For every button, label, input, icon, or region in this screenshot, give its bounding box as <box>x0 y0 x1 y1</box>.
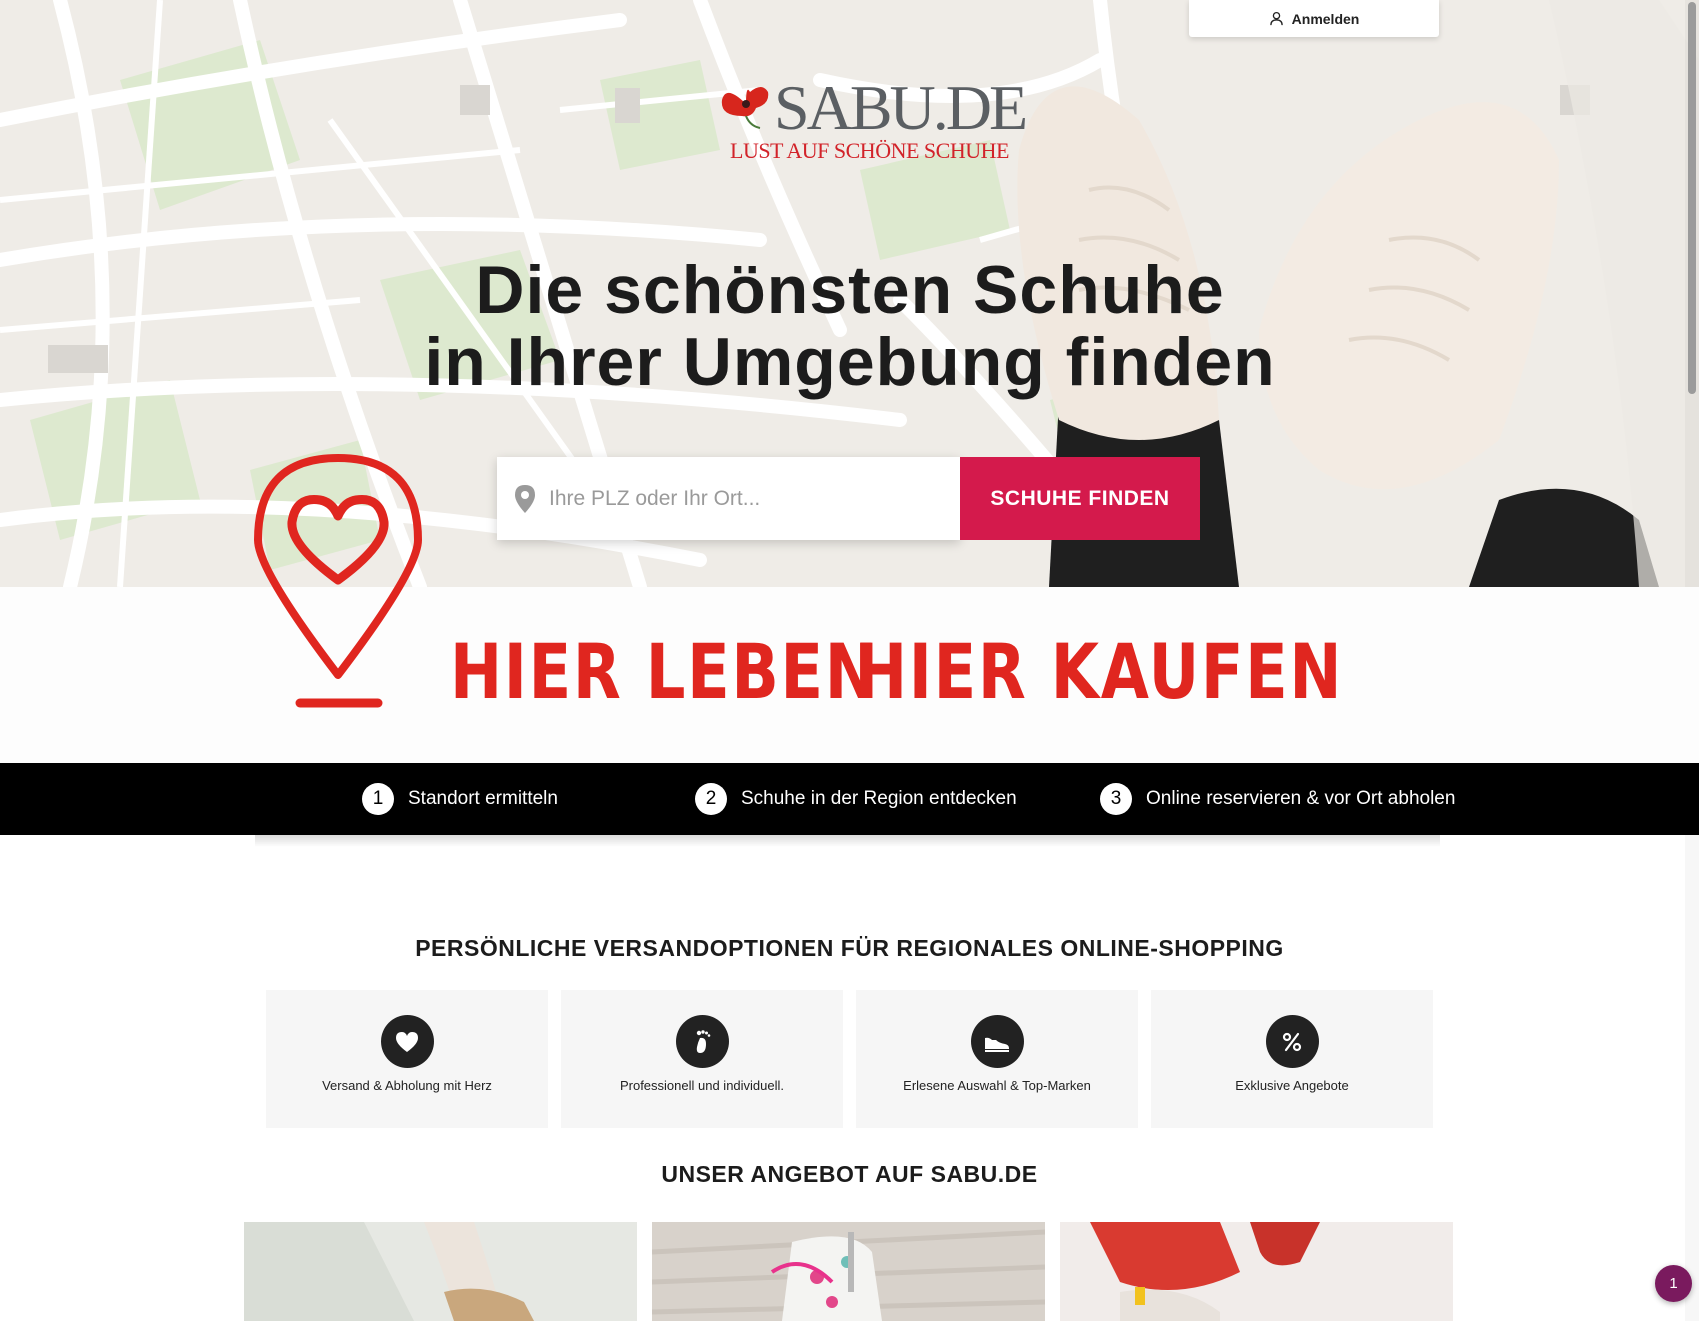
feature-card: Erlesene Auswahl & Top-Marken <box>856 990 1138 1128</box>
feature-icon-circle <box>380 1015 434 1068</box>
feature-card: Exklusive Angebote <box>1151 990 1433 1128</box>
offer-photo <box>1060 1222 1453 1321</box>
offer-photo <box>652 1222 1045 1321</box>
logo-tagline: LUST AUF SCHÖNE SCHUHE <box>730 138 1009 163</box>
step-label: Schuhe in der Region entdecken <box>741 788 1017 809</box>
location-search-box <box>497 457 960 540</box>
shipping-section-title: PERSÖNLICHE VERSANDOPTIONEN FÜR REGIONAL… <box>415 935 1284 961</box>
feature-icon-circle <box>970 1015 1024 1068</box>
step-number: 3 <box>1100 783 1132 815</box>
poppy-flower-icon <box>721 87 769 129</box>
headline-line-1: Die schönsten Schuhe <box>475 252 1225 328</box>
feature-card: Professionell und individuell. <box>561 990 843 1128</box>
login-button[interactable]: Anmelden <box>1189 0 1439 37</box>
step-label: Online reservieren & vor Ort abholen <box>1146 788 1456 809</box>
feature-label: Exklusive Angebote <box>1235 1078 1349 1093</box>
feature-icon-circle <box>1265 1015 1319 1068</box>
feature-label: Erlesene Auswahl & Top-Marken <box>903 1078 1091 1093</box>
slogan-hier-kaufen: HIER KAUFEN <box>855 627 1344 716</box>
feature-card: Versand & Abholung mit Herz <box>266 990 548 1128</box>
location-search-input[interactable] <box>549 486 939 511</box>
feature-label: Professionell und individuell. <box>619 1078 785 1093</box>
offer-image-3[interactable] <box>1060 1222 1453 1321</box>
scrollbar-thumb[interactable] <box>1688 2 1696 394</box>
location-pin-icon <box>515 484 535 513</box>
heart-icon <box>396 1031 418 1052</box>
login-label: Anmelden <box>1291 10 1360 27</box>
hero-headline: Die schönsten Schuhe in Ihrer Umgebung f… <box>350 254 1350 398</box>
sneaker-icon <box>985 1037 1009 1052</box>
slogan-hier-leben: HIER LEBEN <box>450 627 879 716</box>
heart-location-pin-icon <box>254 454 422 708</box>
headline-line-2: in Ihrer Umgebung finden <box>424 324 1276 400</box>
feature-label: Versand & Abholung mit Herz <box>322 1078 492 1093</box>
chat-notification-badge[interactable]: 1 <box>1655 1265 1692 1302</box>
find-shoes-button[interactable]: SCHUHE FINDEN <box>960 457 1200 540</box>
steps-bar: 1 Standort ermitteln 2 Schuhe in der Reg… <box>0 763 1699 835</box>
logo-title: SABU.DE <box>774 72 1028 143</box>
step-1: 1 Standort ermitteln <box>362 763 558 835</box>
offer-image-1[interactable] <box>244 1222 637 1321</box>
step-number: 2 <box>695 783 727 815</box>
step-label: Standort ermitteln <box>408 788 558 809</box>
feature-icon-circle <box>675 1015 729 1068</box>
sabu-logo[interactable]: SABU.DE LUST AUF SCHÖNE SCHUHE <box>716 76 1028 166</box>
offer-photo <box>244 1222 637 1321</box>
user-icon <box>1269 11 1283 26</box>
footprint-icon <box>696 1029 711 1053</box>
step-2: 2 Schuhe in der Region entdecken <box>695 763 1017 835</box>
offer-section-title: UNSER ANGEBOT AUF SABU.DE <box>661 1161 1038 1187</box>
step-3: 3 Online reservieren & vor Ort abholen <box>1100 763 1455 835</box>
step-number: 1 <box>362 783 394 815</box>
offer-image-2[interactable] <box>652 1222 1045 1321</box>
percent-icon <box>1282 1032 1302 1051</box>
steps-shadow <box>255 835 1440 847</box>
